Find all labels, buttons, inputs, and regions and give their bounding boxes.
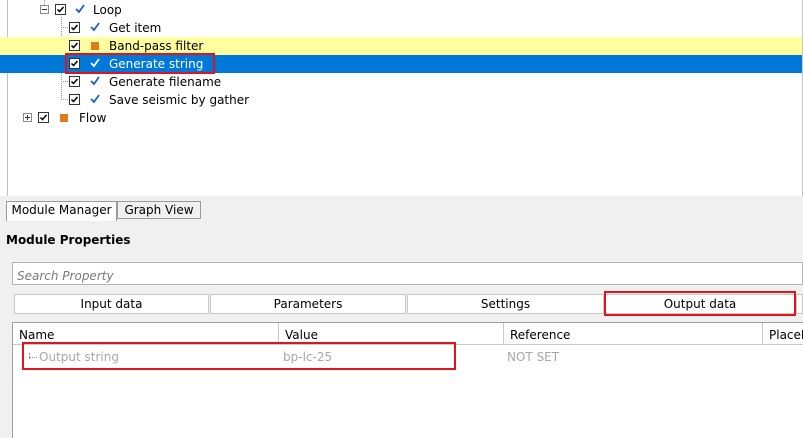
status-check-icon [90,76,100,86]
enable-checkbox[interactable] [69,22,80,33]
tab-overflow [796,294,803,314]
tree-item-flow[interactable]: Flow [0,109,802,127]
tree-connector [29,357,37,359]
status-pending-icon [60,114,68,122]
enable-checkbox[interactable] [69,94,80,105]
enable-checkbox[interactable] [69,40,80,51]
enable-checkbox[interactable] [55,4,66,15]
collapse-icon[interactable] [40,5,49,14]
tree-item-label: Get item [109,21,162,35]
tree-item-generate-string[interactable]: Generate string [0,55,802,73]
tree-item-label: Flow [79,111,107,125]
output-data-grid: Name Value Reference PlaceH Output strin… [12,322,803,438]
flow-tree-panel: Loop Get item Band-pass filter Generate … [0,0,803,196]
tab-module-manager[interactable]: Module Manager [6,201,117,221]
tree-item-label: Save seismic by gather [109,93,250,107]
tree-item-get-item[interactable]: Get item [0,19,802,37]
enable-checkbox[interactable] [69,76,80,87]
enable-checkbox[interactable] [69,58,80,69]
column-header-name[interactable]: Name [13,323,279,345]
status-check-icon [90,94,100,104]
status-check-icon [90,58,100,68]
tree-item-label: Generate string [109,57,204,71]
column-header-value[interactable]: Value [279,323,504,345]
status-check-icon [75,4,85,14]
enable-checkbox[interactable] [38,112,49,123]
tab-settings[interactable]: Settings [407,294,604,314]
column-header-placeholder[interactable]: PlaceH [763,323,803,345]
tree-item-loop[interactable]: Loop [0,1,802,19]
tab-output-data[interactable]: Output data [605,294,795,314]
tree-item-save-seismic-by-gather[interactable]: Save seismic by gather [0,91,802,109]
column-header-reference[interactable]: Reference [504,323,763,345]
section-title: Module Properties [6,233,131,247]
row-reference-cell[interactable]: NOT SET [507,350,559,364]
tab-input-data[interactable]: Input data [14,294,209,314]
row-value-cell[interactable]: bp-lc-25 [283,350,332,364]
status-pending-icon [91,42,99,50]
row-name-cell: Output string [39,350,119,364]
tab-graph-view[interactable]: Graph View [117,201,201,219]
search-property-input[interactable] [12,262,803,285]
expand-icon[interactable] [23,113,32,122]
status-check-icon [90,22,100,32]
tree-item-generate-filename[interactable]: Generate filename [0,73,802,91]
tree-item-label: Generate filename [109,75,222,89]
tab-parameters[interactable]: Parameters [210,294,406,314]
tree-item-label: Band-pass filter [109,39,204,53]
tree-item-label: Loop [93,3,122,17]
tree-item-band-pass-filter[interactable]: Band-pass filter [0,37,802,55]
